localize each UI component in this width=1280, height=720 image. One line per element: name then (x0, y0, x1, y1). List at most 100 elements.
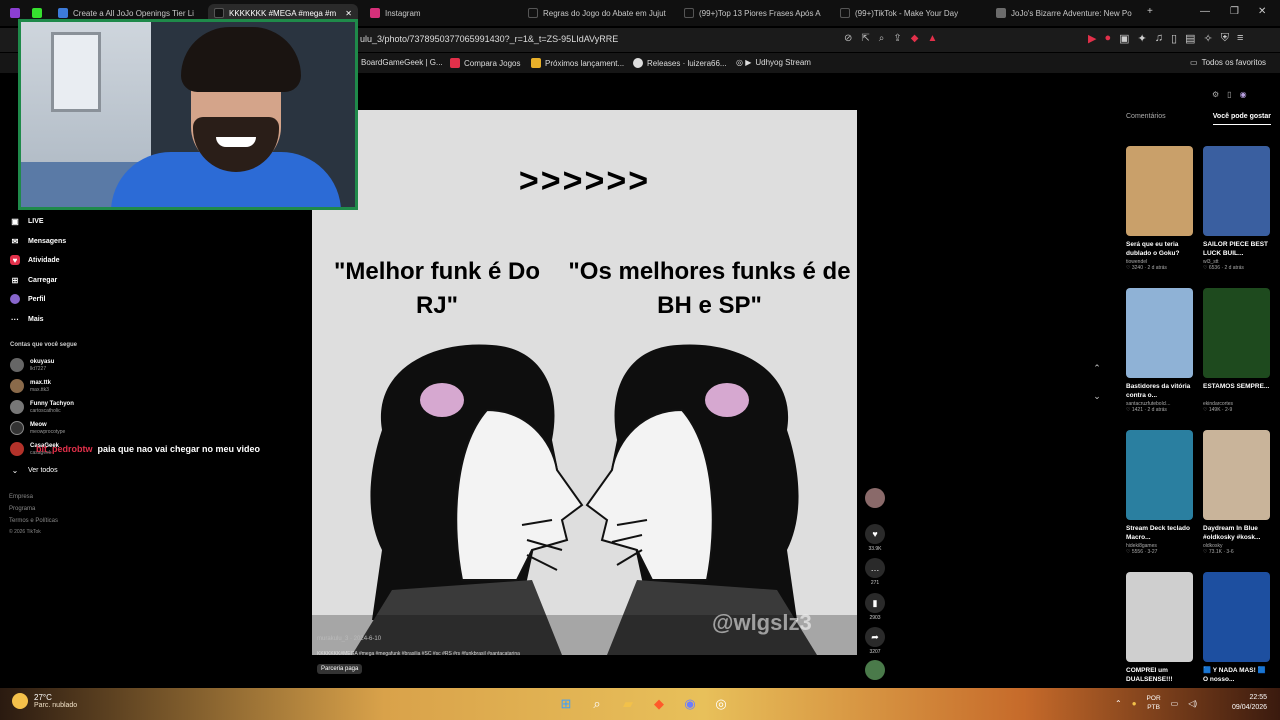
music-icon[interactable]: ♫ (1155, 32, 1163, 45)
nav-live[interactable]: ▣ LIVE (10, 216, 43, 226)
tab-instagram[interactable]: Instagram (364, 4, 514, 22)
share-button[interactable]: ➦ 3207 (862, 627, 888, 655)
windows-taskbar: 27°C Parc. nublado ⊞ ⌕ ▰ ◆ ◉ ◎ ⌃ ● POR P… (0, 688, 1280, 720)
ai-icon[interactable]: ✧ (1203, 32, 1212, 45)
post-author-date[interactable]: murakulu_3 · 2024-6-10 (317, 636, 381, 642)
creator-avatar[interactable] (862, 488, 888, 508)
recommended-card[interactable]: 🟦 Y NADA MAS! 🟦 O nosso... (1203, 572, 1270, 684)
nav-activity[interactable]: ♥ Atividade (10, 255, 60, 265)
account-item[interactable]: Funny Tachyon cartoscatholic (10, 400, 74, 414)
account-item[interactable]: max.ttk max.ttk3 (10, 379, 51, 393)
nav-profile[interactable]: Perfil (10, 294, 46, 304)
wallet-icon[interactable]: ▤ (1185, 32, 1195, 45)
maximize-icon[interactable]: ❐ (1230, 6, 1239, 17)
see-all-link[interactable]: ⌄ Ver todos (10, 465, 58, 475)
footer-program[interactable]: Programa (9, 506, 35, 512)
system-tray: ⌃ ● POR PTB ▭ ◁) (1115, 694, 1197, 712)
recommended-card[interactable]: Bastidores da vitória contra o... santac… (1126, 288, 1193, 413)
discord-icon[interactable]: ◉ (680, 694, 700, 714)
sound-button[interactable] (862, 660, 888, 680)
scroll-up-button[interactable]: ⌃ (1090, 361, 1104, 375)
recommended-card[interactable]: SAILOR PIECE BEST LUCK BUIL... wl3_stt ♡… (1203, 146, 1270, 271)
mobile-icon[interactable]: ▯ (1227, 90, 1231, 99)
nav-more[interactable]: ··· Mais (10, 314, 44, 324)
all-bookmarks[interactable]: ▭ Todos os favoritos (1190, 58, 1266, 67)
account-item[interactable]: okuyasu lkt7227 (10, 358, 54, 372)
minimize-icon[interactable]: — (1200, 6, 1210, 17)
avatar (10, 442, 24, 456)
post-image[interactable]: >>>>>> "Melhor funk é Do RJ" "Os melhore… (312, 110, 857, 655)
close-window-icon[interactable]: ✕ (1258, 6, 1266, 17)
scroll-down-button[interactable]: ⌄ (1090, 389, 1104, 403)
tab-jojo-news[interactable]: JoJo's Bizarre Adventure: New Po (990, 4, 1140, 22)
brave-rewards-icon[interactable]: ▲ (927, 33, 937, 44)
bookmark-boardgamegeek[interactable]: BoardGameGeek | G... (361, 58, 443, 67)
url-field[interactable]: ulu_3/photo/7378950377065991430?_r=1&_t=… (360, 34, 618, 44)
sidebar-icon[interactable]: ▯ (1171, 32, 1177, 45)
tab-regras-jujutsu[interactable]: Regras do Jogo do Abate em Jujut (522, 4, 672, 22)
card-thumbnail (1203, 146, 1270, 236)
search-icon[interactable]: ⌕ (587, 694, 607, 714)
partly-cloudy-icon (12, 693, 28, 709)
post-hashtags[interactable]: KKKKKKK#MEGA #mega #megafunk #brasilia #… (317, 651, 520, 657)
bookmark-compara-jogos[interactable]: Compara Jogos (450, 58, 520, 68)
recommended-card[interactable]: Stream Deck teclado Macro... hideki8game… (1126, 430, 1193, 555)
stream-chat-message: bit_pedrobtw paia que nao vai chegar no … (36, 444, 261, 454)
recommended-card[interactable]: ESTAMOS SEMPRE... ekindarcortes ♡ 149K ·… (1203, 288, 1270, 413)
nav-messages[interactable]: ✉ Mensagens (10, 236, 66, 246)
nav-upload[interactable]: ⊞ Carregar (10, 275, 58, 285)
file-explorer-icon[interactable]: ▰ (618, 694, 638, 714)
share-icon[interactable]: ⇪ (893, 33, 901, 44)
comment-icon: … (865, 558, 885, 578)
open-external-icon[interactable]: ⇱ (861, 33, 869, 44)
user-avatar-icon[interactable]: ◉ (1240, 90, 1247, 99)
extensions-icon[interactable]: ✦ (1138, 32, 1147, 45)
tiktok-icon (214, 8, 224, 18)
footer-terms[interactable]: Termos e Políticas (9, 518, 58, 524)
brave-shield-icon[interactable]: ◆ (911, 33, 919, 44)
zoom-icon[interactable]: ⌕ (879, 33, 885, 44)
weather-widget[interactable]: 27°C Parc. nublado (12, 693, 77, 709)
recommended-card[interactable]: Daydream In Blue #oldkosky #kosk... oldk… (1203, 430, 1270, 555)
bookmark-proximos[interactable]: Próximos lançament... (531, 58, 624, 68)
extension-youtube-icon[interactable]: ▶ (1088, 32, 1096, 45)
mute-icon[interactable]: ⊘ (844, 33, 852, 44)
browser-menu-icon[interactable]: ≡ (1237, 32, 1243, 45)
recommended-card[interactable]: COMPREI um DUALSENSE!!! (1126, 572, 1193, 684)
show-hidden-icons-icon[interactable]: ⌃ (1115, 699, 1122, 708)
brave-browser-icon[interactable]: ◆ (649, 694, 669, 714)
new-tab-icon[interactable]: + (1147, 6, 1153, 17)
extension-red-icon[interactable]: ● (1104, 32, 1111, 45)
tab-you-may-like[interactable]: Você pode gostar (1212, 113, 1271, 125)
network-icon[interactable]: ▭ (1171, 699, 1179, 708)
language-indicator[interactable]: POR PTB (1147, 694, 1161, 712)
recommended-card[interactable]: Será que eu teria dublado o Goku? tiowen… (1126, 146, 1193, 271)
windows-start-icon[interactable]: ⊞ (556, 694, 576, 714)
avatar (10, 421, 24, 435)
card-thumbnail (1126, 572, 1193, 662)
microphone-icon[interactable]: ● (1132, 699, 1137, 708)
vpn-icon[interactable]: ⛨ (1221, 32, 1229, 45)
obs-icon[interactable]: ◎ (711, 694, 731, 714)
tierlist-icon (58, 8, 68, 18)
volume-icon[interactable]: ◁) (1188, 699, 1197, 708)
footer-company[interactable]: Empresa (9, 494, 33, 500)
extension-screenshot-icon[interactable]: ▣ (1119, 32, 1129, 45)
tab-comments[interactable]: Comentários (1126, 113, 1166, 125)
messages-icon: ✉ (11, 236, 19, 246)
save-button[interactable]: ▮ 2903 (862, 593, 888, 621)
like-button[interactable]: ♥ 33.9K (862, 524, 888, 552)
bookmark-releases[interactable]: Releases · luizera66... (633, 58, 727, 68)
account-item[interactable]: Meow meowprocotype (10, 421, 65, 435)
comment-button[interactable]: … 271 (862, 558, 888, 586)
clock[interactable]: 22:55 09/04/2026 (1232, 693, 1267, 713)
tab-piores-frases[interactable]: (99+)Top 13 Piores Frases Após A (678, 4, 828, 22)
card-thumbnail (1126, 430, 1193, 520)
bookmark-udhyog[interactable]: ◎ ▶ Udhyog Stream (736, 58, 811, 67)
tab-tiktok-home[interactable]: (99+)TikTok - Make Your Day (834, 4, 984, 22)
close-tab-icon[interactable]: ✕ (345, 9, 352, 18)
jojo-icon (996, 8, 1006, 18)
bookmark-icon: ▮ (865, 593, 885, 613)
heart-icon: ♥ (865, 524, 885, 544)
settings-icon[interactable]: ⚙ (1212, 90, 1219, 99)
